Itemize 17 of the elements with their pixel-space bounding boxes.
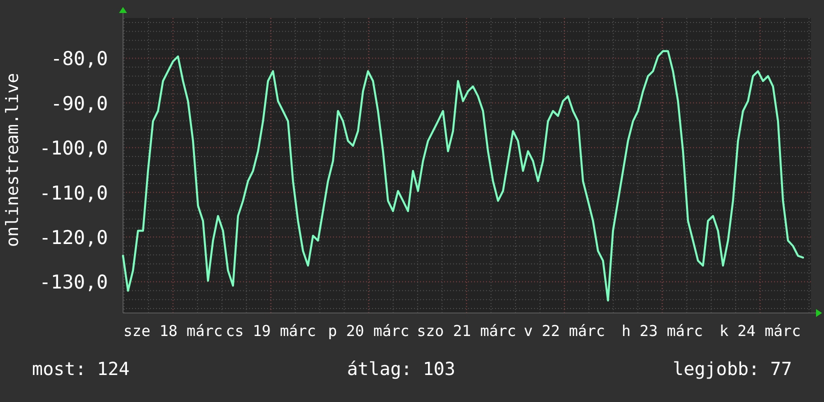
x-tick-label: szo 21 márc <box>416 322 516 340</box>
y-tick-label: -130,0 <box>39 272 108 294</box>
y-tick-label: -100,0 <box>39 138 108 160</box>
x-tick-label: h 23 márc <box>622 322 703 340</box>
summary-stat: most: 124 <box>32 359 130 380</box>
y-axis-label: onlinestream.live <box>3 73 23 247</box>
y-tick-label: -80,0 <box>50 48 108 70</box>
y-tick-label: -90,0 <box>50 92 108 115</box>
y-tick-label: -110,0 <box>39 182 108 204</box>
summary-stat: átlag: 103 <box>346 359 456 380</box>
y-tick-label: -120,0 <box>39 227 108 250</box>
x-tick-label: sze 18 márc <box>123 322 223 340</box>
summary-stat: legjobb: 77 <box>672 359 792 380</box>
x-tick-label: v 22 márc <box>524 322 606 340</box>
x-tick-label: k 24 márc <box>719 322 801 340</box>
x-tick-label: cs 19 márc <box>226 322 316 340</box>
x-tick-label: p 20 márc <box>328 322 410 340</box>
